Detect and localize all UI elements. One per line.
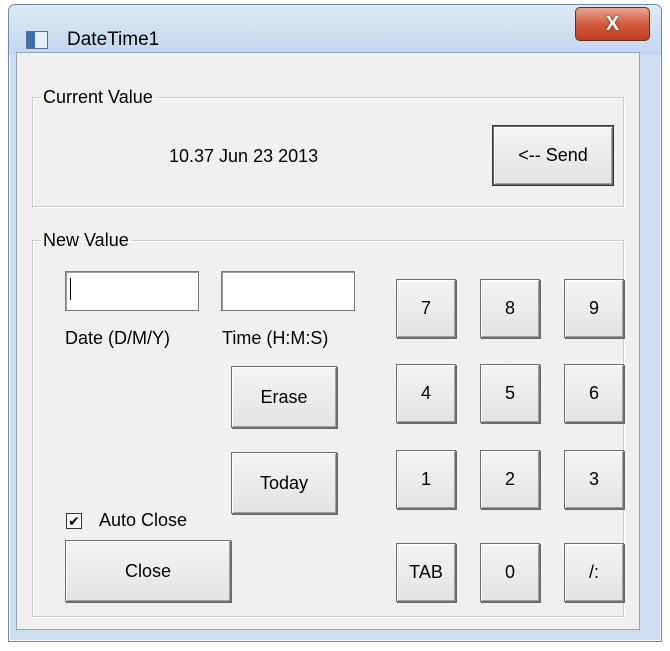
current-value-legend: Current Value <box>43 87 153 107</box>
keypad-key-7[interactable]: 7 <box>396 279 456 338</box>
app-icon <box>26 31 48 49</box>
keypad-key-8[interactable]: 8 <box>480 279 540 338</box>
keypad-key-0[interactable]: 0 <box>480 543 540 602</box>
title-bar[interactable]: DateTime1 X <box>9 5 661 55</box>
send-button[interactable]: <-- Send <box>493 126 613 185</box>
current-value-text: 10.37 Jun 23 2013 <box>169 146 319 166</box>
window-title: DateTime1 <box>67 29 160 50</box>
close-window-button[interactable]: X <box>575 7 650 41</box>
today-button[interactable]: Today <box>231 452 337 514</box>
date-input[interactable] <box>65 271 199 311</box>
erase-button[interactable]: Erase <box>231 366 337 428</box>
close-button[interactable]: Close <box>65 540 231 602</box>
time-input[interactable] <box>221 271 355 311</box>
time-field-label: Time (H:M:S) <box>222 328 329 348</box>
keypad-key-1[interactable]: 1 <box>396 450 456 509</box>
keypad-key-4[interactable]: 4 <box>396 364 456 423</box>
keypad-key-3[interactable]: 3 <box>564 450 624 509</box>
keypad-key-6[interactable]: 6 <box>564 364 624 423</box>
date-field-label: Date (D/M/Y) <box>65 328 171 348</box>
text-caret <box>70 278 71 300</box>
keypad-key-tab[interactable]: TAB <box>396 543 456 602</box>
auto-close-checkbox[interactable]: ✔ <box>66 513 82 529</box>
auto-close-label: Auto Close <box>99 510 188 530</box>
keypad-key-2[interactable]: 2 <box>480 450 540 509</box>
keypad-key-separator[interactable]: /: <box>564 543 624 602</box>
keypad-key-9[interactable]: 9 <box>564 279 624 338</box>
new-value-legend: New Value <box>43 230 129 250</box>
keypad-key-5[interactable]: 5 <box>480 364 540 423</box>
dialog-client-area: Current Value 10.37 Jun 23 2013 <-- Send… <box>16 52 640 630</box>
